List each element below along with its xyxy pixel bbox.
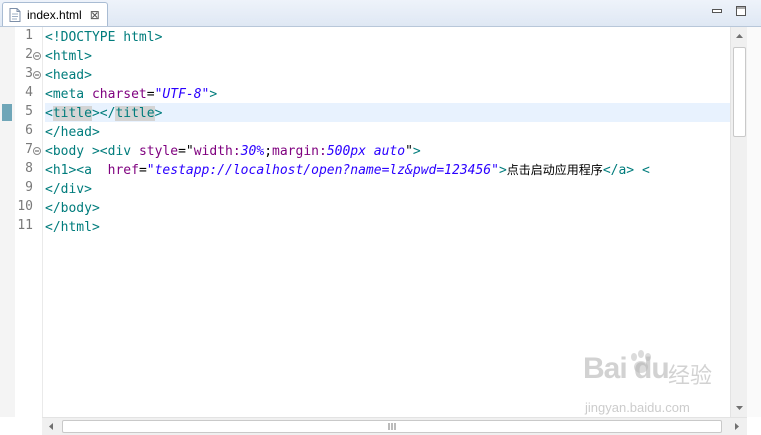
code-line: </div> (45, 180, 92, 199)
token-css-property: width: (193, 144, 241, 159)
code-line: <h1><a href="testapp://localhost/open?na… (45, 161, 650, 180)
vertical-scrollbar[interactable] (730, 27, 748, 417)
scroll-up-icon[interactable] (731, 29, 748, 43)
token-tag: > (154, 106, 163, 121)
html-file-icon (9, 7, 21, 22)
occurrence-marker (2, 104, 12, 121)
code-line: <head> (45, 66, 92, 85)
scroll-down-icon[interactable] (731, 401, 748, 415)
token-equals: = (146, 87, 155, 102)
grip-icon (388, 423, 396, 430)
close-icon[interactable]: ⊠ (90, 9, 100, 21)
token-tag-highlighted: title (52, 106, 92, 121)
token-tag: > (91, 144, 100, 159)
token-tag: <body (45, 144, 92, 159)
token-tag: > (209, 87, 218, 102)
token-tag: < (45, 106, 53, 121)
line-number-gutter: 1 2 3 4 5 6 7 8 9 10 11 (15, 27, 43, 417)
maximize-icon[interactable] (735, 5, 747, 17)
token-tag: </html> (45, 220, 100, 235)
vertical-scroll-thumb[interactable] (733, 47, 746, 137)
token-text-content: 点击启动应用程序 (506, 163, 603, 177)
token-equals: = (178, 144, 186, 159)
token-tag: </head> (45, 125, 100, 140)
token-attribute: charset (91, 87, 147, 102)
line-number: 9 (25, 180, 33, 195)
token-tag: <h1><a (45, 163, 108, 178)
code-line: </body> (45, 199, 100, 218)
line-number: 6 (25, 123, 33, 138)
tab-title: index.html (27, 7, 82, 22)
line-number: 4 (25, 85, 33, 100)
token-tag: <div (99, 144, 139, 159)
token-semicolon: ; (264, 144, 273, 159)
token-tag: </a> < (602, 163, 650, 178)
watermark-brand: Bai du (583, 352, 670, 385)
line-number: 8 (25, 161, 33, 176)
line-number: 10 (17, 199, 33, 214)
line-number: 3 (25, 66, 33, 81)
token-tag: <html> (45, 49, 92, 64)
baidu-jingyan-watermark: Bai du 经验 jingyan.baidu.com (583, 350, 723, 422)
token-tag: <meta (45, 87, 92, 102)
token-tag: </div> (45, 182, 92, 197)
line-number: 11 (17, 218, 33, 233)
watermark-brand-cn: 经验 (668, 364, 713, 389)
token-tag: > (498, 163, 507, 178)
code-line: </html> (45, 218, 100, 237)
token-tag: > (412, 144, 421, 159)
token-tag: <!DOCTYPE html> (45, 30, 163, 45)
token-quote: " (185, 144, 194, 159)
token-equals: = (138, 163, 147, 178)
token-string: "UTF-8" (154, 87, 210, 102)
token-tag: <head> (45, 68, 92, 83)
fold-collapse-icon[interactable] (33, 147, 41, 155)
code-line: <body ><div style="width:30%;margin:500p… (45, 142, 421, 161)
token-quote: " (405, 144, 413, 159)
token-css-value: 500px auto (326, 144, 406, 159)
watermark-url: jingyan.baidu.com (585, 400, 690, 415)
token-tag-highlighted: title (115, 106, 155, 121)
code-line: <!DOCTYPE html> (45, 28, 162, 47)
code-line-current: <title></title> (45, 104, 162, 123)
tab-index-html[interactable]: index.html ⊠ (2, 2, 108, 26)
line-number: 2 (25, 47, 33, 62)
fold-collapse-icon[interactable] (33, 52, 41, 60)
overview-ruler (747, 27, 761, 417)
scroll-left-icon[interactable] (44, 420, 58, 433)
token-string: "testapp://localhost/open?name=lz&pwd=12… (146, 163, 499, 178)
token-css-value: 30% (240, 144, 265, 159)
fold-collapse-icon[interactable] (33, 71, 41, 79)
code-line: <html> (45, 47, 92, 66)
annotation-ruler (0, 27, 16, 417)
token-attribute: style (138, 144, 179, 159)
line-number: 7 (25, 142, 33, 157)
minimize-icon[interactable] (711, 5, 723, 17)
code-line: </head> (45, 123, 100, 142)
editor-tab-bar: index.html ⊠ (0, 0, 761, 27)
scroll-right-icon[interactable] (730, 420, 744, 433)
code-line: <meta charset="UTF-8"> (45, 85, 217, 104)
token-css-property: margin: (272, 144, 327, 159)
token-attribute: href (107, 163, 139, 178)
line-number: 5 (25, 104, 33, 119)
line-number: 1 (25, 28, 33, 43)
token-tag: </body> (45, 201, 100, 216)
token-tag: ></ (91, 106, 116, 121)
